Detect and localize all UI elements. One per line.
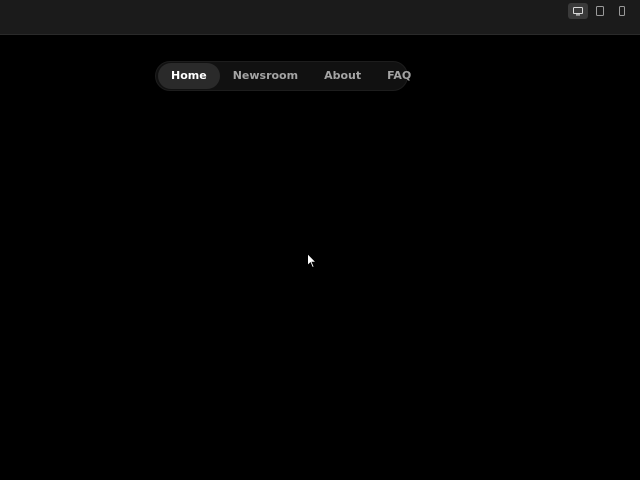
- nav-item-about[interactable]: About: [311, 63, 374, 89]
- desktop-icon: [573, 6, 583, 15]
- main-navigation: Home Newsroom About FAQ: [155, 61, 411, 91]
- mobile-icon: [619, 6, 625, 16]
- nav-item-faq[interactable]: FAQ: [374, 63, 424, 89]
- preview-toolbar: [0, 0, 640, 35]
- tablet-icon: [596, 6, 604, 16]
- mobile-view-button[interactable]: [612, 3, 632, 19]
- desktop-view-button[interactable]: [568, 3, 588, 19]
- tablet-view-button[interactable]: [590, 3, 610, 19]
- device-toggle-group: [568, 3, 632, 19]
- mouse-cursor-icon: [307, 252, 318, 273]
- nav-item-home[interactable]: Home: [158, 63, 220, 89]
- nav-item-newsroom[interactable]: Newsroom: [220, 63, 311, 89]
